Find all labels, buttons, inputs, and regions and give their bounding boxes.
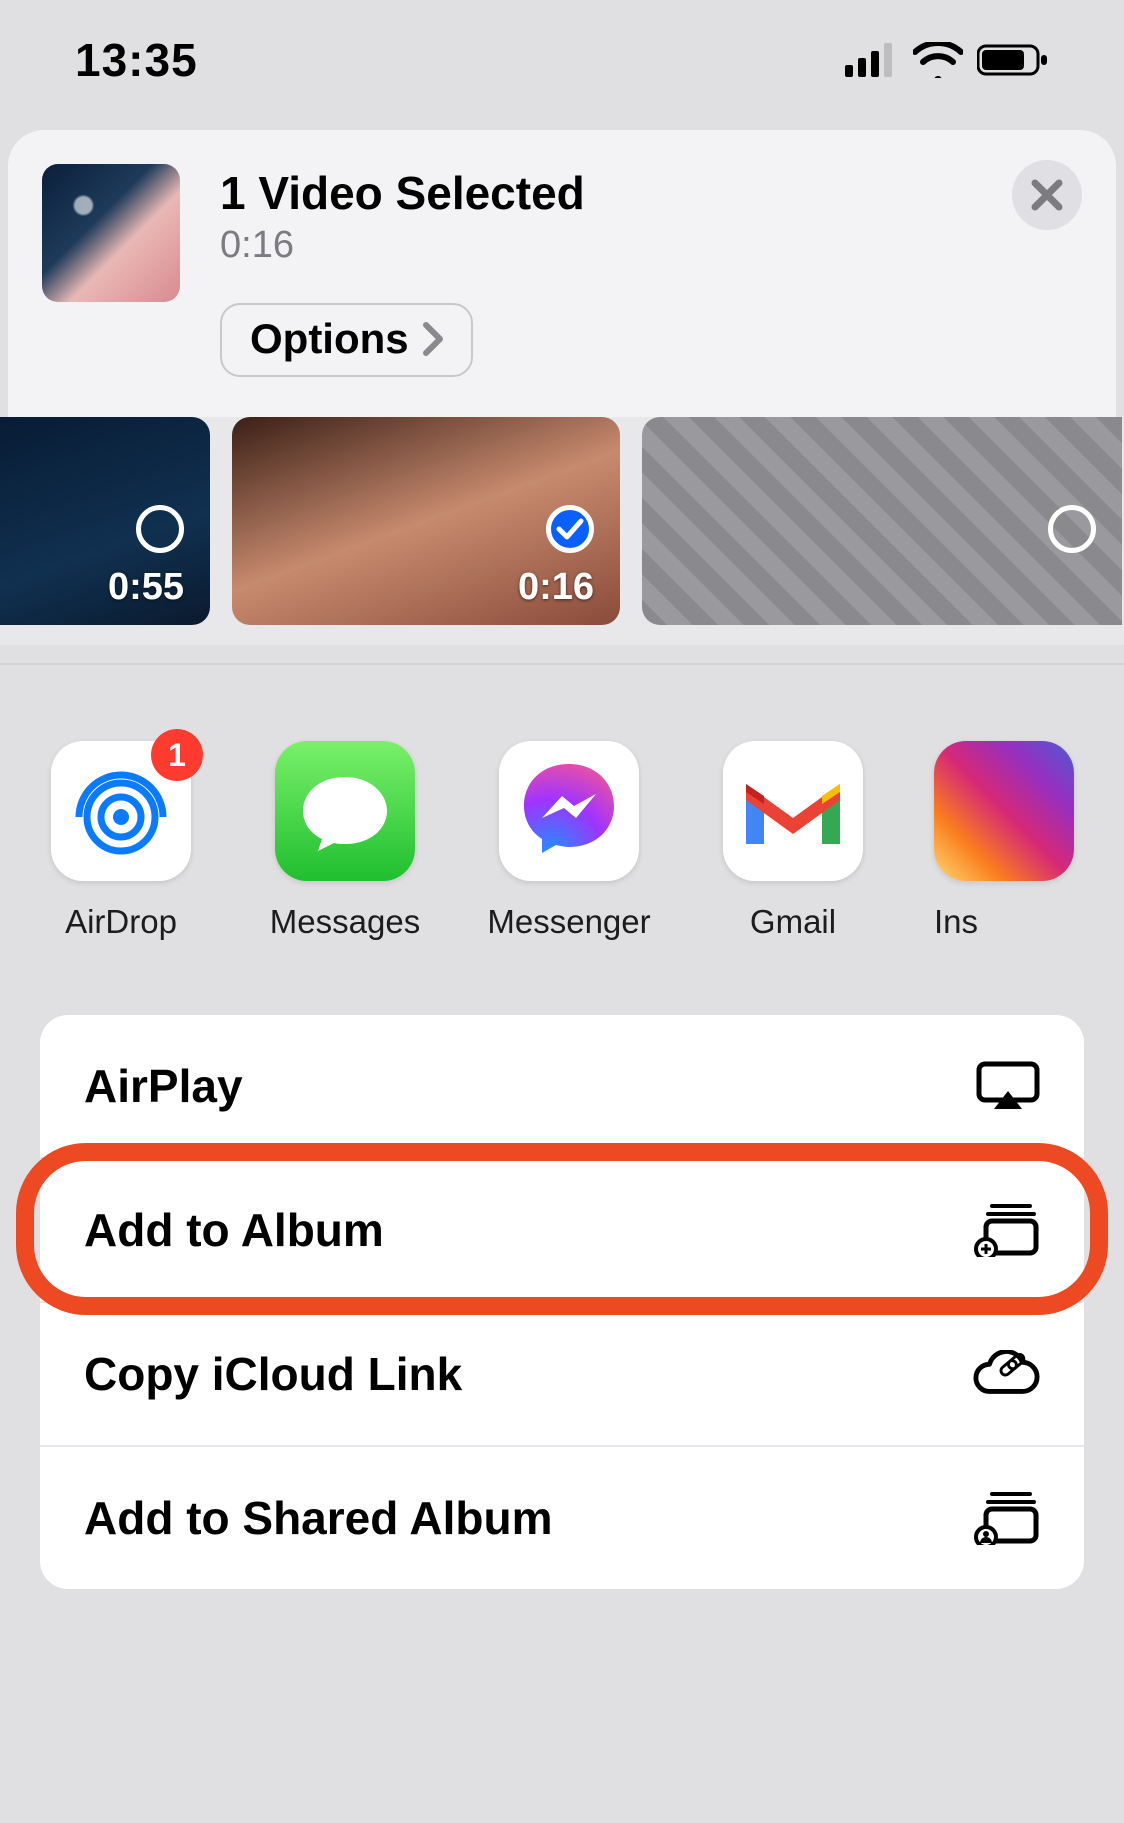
messenger-icon [499, 741, 639, 881]
share-title: 1 Video Selected [220, 166, 1082, 220]
share-header: 1 Video Selected 0:16 Options [8, 130, 1116, 417]
action-label: Add to Shared Album [84, 1491, 553, 1545]
status-time: 13:35 [75, 33, 198, 87]
options-button[interactable]: Options [220, 303, 473, 377]
airplay-icon [972, 1060, 1040, 1112]
share-app-messenger[interactable]: Messenger [486, 741, 652, 941]
close-button[interactable] [1012, 160, 1082, 230]
app-label: Gmail [750, 903, 836, 941]
status-bar: 13:35 [0, 0, 1124, 130]
battery-icon [977, 43, 1049, 77]
close-icon [1030, 178, 1064, 212]
icloud-link-icon [972, 1348, 1040, 1400]
add-to-album-icon [972, 1204, 1040, 1256]
media-duration: 0:55 [108, 566, 184, 609]
shared-album-icon [972, 1492, 1040, 1544]
chevron-right-icon [423, 322, 445, 356]
action-label: Add to Album [84, 1203, 384, 1257]
action-add-to-shared-album[interactable]: Add to Shared Album [40, 1447, 1084, 1589]
badge: 1 [151, 729, 203, 781]
actions-list: AirPlay Add to Album Copy iCloud Link [40, 1015, 1084, 1589]
app-label: Messages [270, 903, 420, 941]
media-item[interactable]: 0:55 [0, 417, 210, 625]
action-label: AirPlay [84, 1059, 243, 1113]
messages-icon [275, 741, 415, 881]
gmail-icon [723, 741, 863, 881]
action-label: Copy iCloud Link [84, 1347, 462, 1401]
action-copy-icloud-link[interactable]: Copy iCloud Link [40, 1303, 1084, 1447]
media-duration: 0:16 [518, 566, 594, 609]
options-label: Options [250, 315, 409, 363]
select-circle-icon[interactable] [136, 505, 184, 553]
share-app-messages[interactable]: Messages [262, 741, 428, 941]
share-app-airdrop[interactable]: 1 AirDrop [38, 741, 204, 941]
action-add-to-album[interactable]: Add to Album [40, 1159, 1084, 1303]
cellular-icon [845, 43, 899, 77]
action-airplay[interactable]: AirPlay [40, 1015, 1084, 1159]
status-icons [845, 42, 1049, 78]
selected-thumbnail [42, 164, 180, 302]
wifi-icon [913, 42, 963, 78]
share-app-gmail[interactable]: Gmail [710, 741, 876, 941]
airdrop-icon: 1 [51, 741, 191, 881]
media-item[interactable] [642, 417, 1122, 625]
instagram-icon [934, 741, 1074, 881]
select-check-icon[interactable] [546, 505, 594, 553]
share-apps-row[interactable]: 1 AirDrop Messages [0, 665, 1124, 941]
select-circle-icon[interactable] [1048, 505, 1096, 553]
share-duration: 0:16 [220, 224, 1082, 267]
media-strip[interactable]: 0:55 0:16 [0, 417, 1124, 645]
media-item[interactable]: 0:16 [232, 417, 620, 625]
app-label: Messenger [487, 903, 650, 941]
app-label: Ins [934, 903, 978, 941]
share-app-instagram[interactable]: Ins [934, 741, 994, 941]
app-label: AirDrop [65, 903, 177, 941]
